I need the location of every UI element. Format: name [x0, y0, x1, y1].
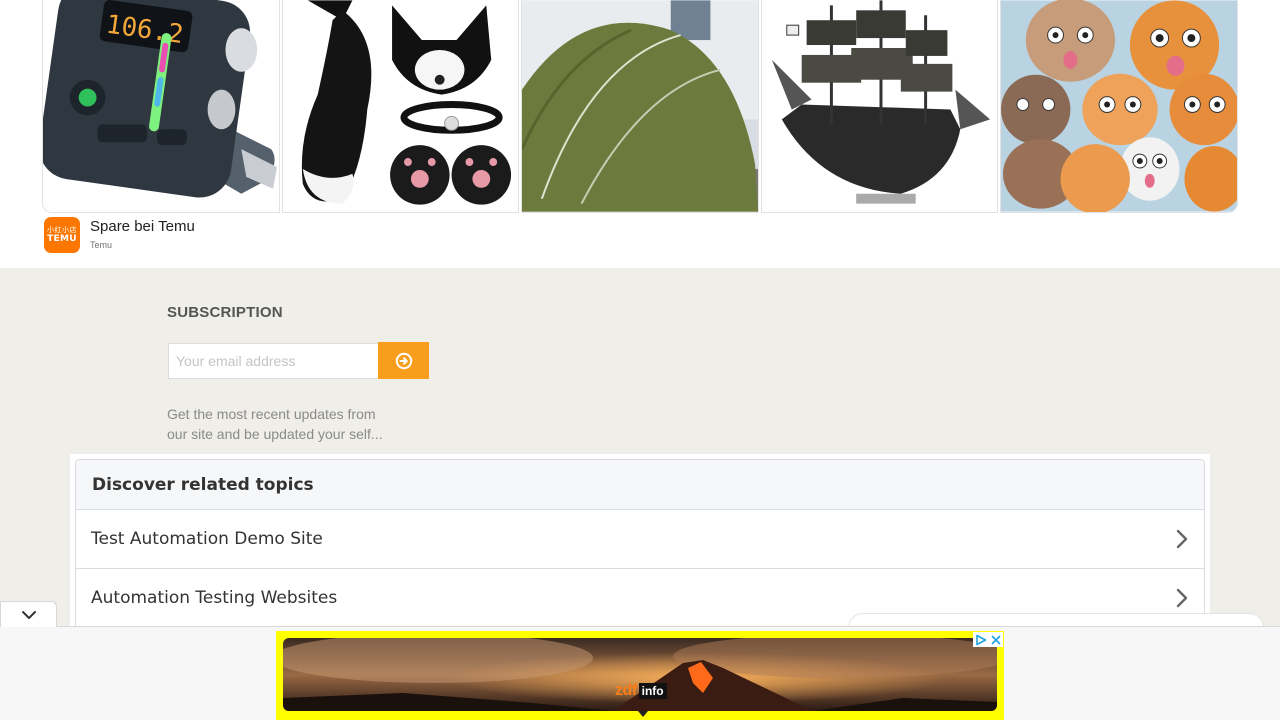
- pointer-marker: [638, 711, 648, 717]
- product-tile-fm-transmitter[interactable]: 106.2: [42, 0, 280, 213]
- related-topic-item[interactable]: Test Automation Demo Site: [76, 510, 1204, 569]
- advertiser-row[interactable]: 小红小店 TEMU Spare bei Temu Temu: [44, 217, 195, 253]
- collapse-ad-button[interactable]: [0, 601, 57, 627]
- banner-ad[interactable]: zdf info: [276, 631, 1004, 720]
- subscribe-button[interactable]: [378, 342, 429, 379]
- advertiser-title[interactable]: Spare bei Temu: [90, 218, 195, 236]
- chevron-right-icon: [1176, 529, 1188, 549]
- subscription-description: Get the most recent updates from our sit…: [167, 406, 383, 442]
- volcano-ad-image: [283, 638, 997, 711]
- close-icon[interactable]: [991, 635, 1001, 645]
- chevron-down-icon: [21, 610, 36, 619]
- advertiser-subtitle: Temu: [90, 240, 113, 250]
- fox-costume-image: [283, 0, 518, 212]
- advertiser-text: Spare bei Temu Temu: [90, 218, 195, 252]
- related-topic-label: Test Automation Demo Site: [91, 529, 323, 549]
- fm-transmitter-image: 106.2: [43, 0, 279, 212]
- product-tile-pirate-ship[interactable]: [761, 0, 998, 213]
- subscription-title: SUBSCRIPTION: [167, 304, 283, 321]
- ad-choices-controls: [973, 632, 1003, 647]
- product-tile-fox-costume[interactable]: [282, 0, 519, 213]
- related-topics-heading: Discover related topics: [76, 460, 1204, 510]
- funny-cats-image: [1001, 0, 1237, 212]
- zdf-logo-part1: zdf: [615, 682, 637, 699]
- product-tile-funny-cats[interactable]: [1000, 0, 1238, 213]
- related-topics-box: Discover related topics Test Automation …: [75, 459, 1205, 639]
- logo-glyphs: 小红小店: [47, 226, 77, 234]
- adchoices-icon[interactable]: [975, 634, 987, 646]
- chevron-right-icon: [1176, 588, 1188, 608]
- arrow-circle-right-icon: [395, 352, 412, 369]
- zdf-logo-part2: info: [638, 683, 667, 699]
- logo-word: TEMU: [47, 234, 77, 244]
- related-topic-label: Automation Testing Websites: [91, 588, 338, 608]
- zdfinfo-logo: zdf info: [615, 682, 667, 700]
- temu-logo: 小红小店 TEMU: [44, 217, 80, 253]
- pirate-ship-image: [762, 0, 997, 212]
- related-topics-section: Discover related topics Test Automation …: [70, 454, 1210, 639]
- dome-tent-image: [522, 0, 758, 212]
- top-product-ad: 106.2 小红小店 TEMU Spare bei Temu Temu: [0, 0, 1280, 268]
- email-input[interactable]: [168, 343, 379, 379]
- product-tile-dome-tent[interactable]: [521, 0, 759, 213]
